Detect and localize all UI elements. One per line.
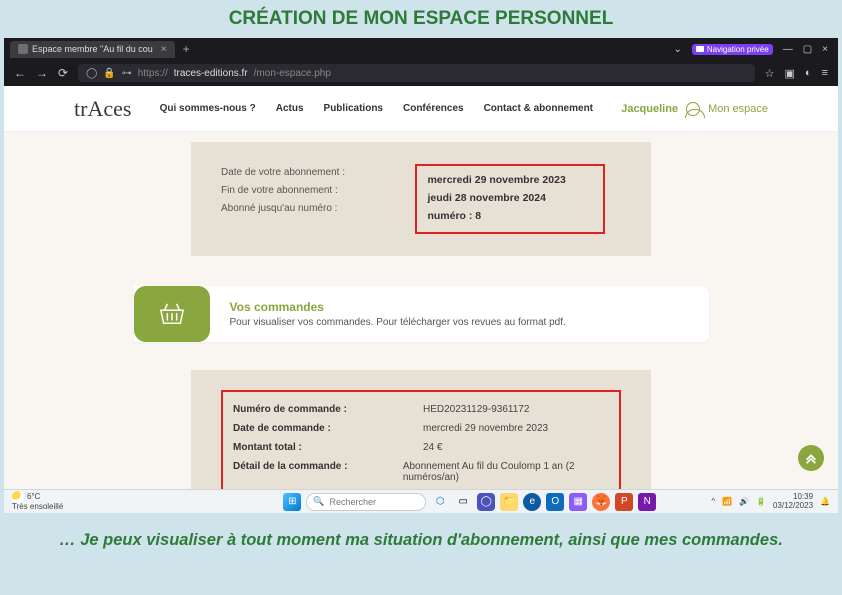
site-logo[interactable]: trAces (74, 96, 131, 122)
site-header: trAces Qui sommes-nous ? Actus Publicati… (4, 86, 838, 132)
nav-item-qui[interactable]: Qui sommes-nous ? (160, 103, 256, 114)
start-icon[interactable]: ⊞ (283, 493, 301, 511)
bookmark-icon[interactable]: ☆ (765, 67, 775, 80)
weather-widget[interactable]: 6°C Très ensoleillé (12, 491, 63, 512)
address-bar: ← → ⟳ ◯ 🔒 ⊶ https:// traces-editions.fr/m… (4, 60, 838, 86)
value-date-abo: mercredi 29 novembre 2023 (427, 172, 593, 190)
commandes-text: Vos commandes Pour visualiser vos comman… (210, 286, 586, 342)
system-tray: ^ 📶 🔊 🔋 10:39 03/12/2023 🔔 (711, 493, 830, 511)
window-controls-area: ⌄ Navigation privée — ▢ × (674, 44, 829, 55)
mon-espace-link[interactable]: Mon espace (708, 103, 768, 115)
windows-taskbar: 6°C Très ensoleillé ⊞ 🔍 Rechercher ⬡ ▭ ◯… (4, 489, 838, 513)
commandes-title: Vos commandes (230, 300, 566, 314)
close-tab-icon[interactable]: × (161, 44, 167, 55)
tab-title: Espace membre "Au fil du cou (32, 44, 153, 54)
app-icon-ppt[interactable]: P (615, 493, 633, 511)
commandes-subtitle: Pour visualiser vos commandes. Pour télé… (230, 317, 566, 328)
main-nav: Qui sommes-nous ? Actus Publications Con… (160, 103, 593, 114)
toolbar-right-icons: ☆ ▣ ◐ ≡ (765, 67, 828, 80)
private-nav-badge: Navigation privée (692, 44, 773, 55)
url-input[interactable]: ◯ 🔒 ⊶ https:// traces-editions.fr/mon-esp… (78, 64, 755, 82)
app-icon-outlook[interactable]: O (546, 493, 564, 511)
nav-item-publications[interactable]: Publications (324, 103, 383, 114)
minimize-icon[interactable]: — (783, 44, 793, 55)
chevron-down-icon[interactable]: ⌄ (674, 44, 682, 55)
back-button[interactable]: ← (14, 66, 26, 80)
label-fin-abo: Fin de votre abonnement : (221, 182, 411, 200)
order-row: Détail de la commande :Abonnement Au fil… (233, 457, 609, 487)
app-icon-explorer[interactable]: 📁 (500, 493, 518, 511)
browser-window: Espace membre "Au fil du cou × + ⌄ Navig… (4, 38, 838, 513)
volume-icon[interactable]: 🔊 (739, 497, 749, 506)
app-icon-firefox[interactable]: 🦊 (592, 493, 610, 511)
notifications-icon[interactable]: 🔔 (820, 497, 830, 506)
url-domain: traces-editions.fr (174, 68, 248, 79)
copilot-icon[interactable]: ⬡ (431, 493, 449, 511)
nav-item-contact[interactable]: Contact & abonnement (484, 103, 593, 114)
content-wrap: Date de votre abonnement : Fin de votre … (4, 132, 838, 489)
taskbar-search[interactable]: 🔍 Rechercher (306, 493, 426, 511)
task-view-icon[interactable]: ▭ (454, 493, 472, 511)
tab-favicon (18, 44, 28, 54)
user-icon (686, 102, 700, 116)
basket-icon (134, 286, 210, 342)
new-tab-button[interactable]: + (183, 42, 190, 56)
subscription-labels: Date de votre abonnement : Fin de votre … (221, 164, 411, 218)
battery-icon[interactable]: 🔋 (756, 497, 766, 506)
order-row: Numéro de commande :HED20231129-9361172 (233, 400, 609, 419)
tray-chevron-icon[interactable]: ^ (711, 497, 715, 506)
subscription-values: mercredi 29 novembre 2023 jeudi 28 novem… (415, 164, 605, 234)
taskbar-center: ⊞ 🔍 Rechercher ⬡ ▭ ◯ 📁 e O ▦ 🦊 P N (283, 493, 656, 511)
permission-icon: ⊶ (122, 68, 132, 79)
url-path: /mon-espace.php (254, 68, 331, 79)
value-fin-abo: jeudi 28 novembre 2024 (427, 190, 593, 208)
extension-icon[interactable]: ▣ (785, 67, 795, 80)
doc-title-bar: CRÉATION DE MON ESPACE PERSONNEL (0, 0, 842, 34)
page-viewport: trAces Qui sommes-nous ? Actus Publicati… (4, 86, 838, 489)
caption-text: … Je peux visualiser à tout moment ma si… (12, 531, 830, 550)
app-icon-teams[interactable]: ◯ (477, 493, 495, 511)
scroll-to-top-button[interactable] (798, 445, 824, 471)
app-icon-word[interactable]: ▦ (569, 493, 587, 511)
value-abonne-num: numéro : 8 (427, 208, 593, 226)
order-details-block: Numéro de commande :HED20231129-9361172 … (191, 370, 651, 489)
label-abonne-num: Abonné jusqu'au numéro : (221, 200, 411, 218)
menu-icon[interactable]: ≡ (822, 67, 828, 80)
forward-button[interactable]: → (36, 66, 48, 80)
search-placeholder: Rechercher (330, 497, 377, 507)
user-area[interactable]: Jacqueline Mon espace (621, 102, 768, 116)
lock-icon: 🔒 (103, 68, 115, 79)
nav-item-actus[interactable]: Actus (276, 103, 304, 114)
slide-caption: … Je peux visualiser à tout moment ma si… (0, 513, 842, 568)
order-row: Date de commande :mercredi 29 novembre 2… (233, 419, 609, 438)
maximize-icon[interactable]: ▢ (803, 44, 812, 55)
tab-bar: Espace membre "Au fil du cou × + ⌄ Navig… (4, 38, 838, 60)
order-highlight-box: Numéro de commande :HED20231129-9361172 … (221, 390, 621, 489)
account-icon[interactable]: ◐ (805, 67, 812, 80)
commandes-banner[interactable]: Vos commandes Pour visualiser vos comman… (134, 286, 709, 342)
label-date-abo: Date de votre abonnement : (221, 164, 411, 182)
app-icon-edge[interactable]: e (523, 493, 541, 511)
wifi-icon[interactable]: 📶 (722, 497, 732, 506)
reload-button[interactable]: ⟳ (58, 66, 68, 80)
username: Jacqueline (621, 103, 678, 115)
close-window-icon[interactable]: × (822, 44, 828, 55)
subscription-block: Date de votre abonnement : Fin de votre … (191, 142, 651, 256)
nav-item-conferences[interactable]: Conférences (403, 103, 464, 114)
order-row: Montant total :24 € (233, 438, 609, 457)
app-icon-onenote[interactable]: N (638, 493, 656, 511)
clock[interactable]: 10:39 03/12/2023 (773, 493, 813, 511)
url-protocol: https:// (138, 68, 168, 79)
shield-icon: ◯ (86, 68, 97, 79)
browser-tab[interactable]: Espace membre "Au fil du cou × (10, 41, 175, 58)
search-icon: 🔍 (313, 496, 324, 507)
doc-title: CRÉATION DE MON ESPACE PERSONNEL (0, 8, 842, 30)
